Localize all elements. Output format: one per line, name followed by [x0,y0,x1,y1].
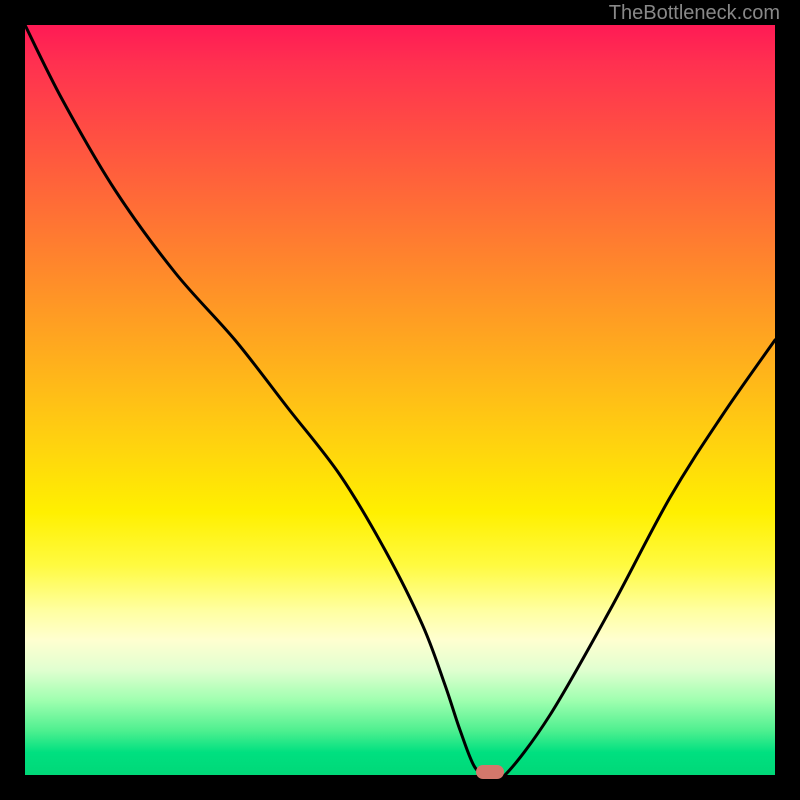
watermark-text: TheBottleneck.com [609,2,780,25]
chart-plot-area [25,25,775,775]
bottleneck-curve-line [25,25,775,775]
optimal-point-marker [476,765,504,779]
chart-curve-svg [25,25,775,775]
